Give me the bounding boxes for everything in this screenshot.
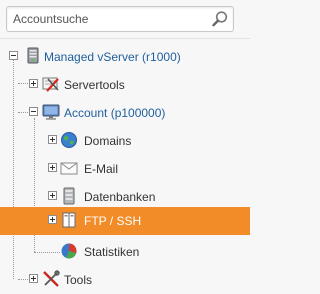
file-cabinet-icon (62, 212, 76, 228)
tree-node-label[interactable]: Statistiken (84, 245, 139, 259)
tree-node-label[interactable]: Account (p100000) (64, 106, 165, 120)
pie-chart-icon (61, 243, 77, 259)
expand-toggle[interactable] (29, 79, 38, 88)
server-tools-icon (42, 77, 59, 92)
tree-node-servertools[interactable]: Servertools (0, 71, 250, 99)
tree-node-label[interactable]: FTP / SSH (84, 214, 141, 228)
server-icon (27, 47, 39, 64)
tree-node-managed-vserver[interactable]: Managed vServer (r1000) (0, 43, 250, 71)
globe-icon (61, 132, 77, 148)
expand-toggle[interactable] (48, 191, 57, 200)
tree-node-label[interactable]: Datenbanken (84, 190, 155, 204)
tree-node-label[interactable]: Tools (64, 273, 92, 287)
tree-node-domains[interactable]: Domains (0, 127, 250, 155)
tree-node-ftp-ssh[interactable]: FTP / SSH (0, 207, 250, 235)
divider (0, 38, 250, 39)
expand-toggle[interactable] (48, 135, 57, 144)
collapse-toggle[interactable] (9, 51, 18, 60)
tools-icon (43, 270, 60, 287)
expand-toggle[interactable] (48, 163, 57, 172)
expand-toggle[interactable] (48, 215, 57, 224)
monitor-icon (42, 104, 60, 120)
search-icon[interactable] (211, 10, 229, 28)
tree-node-email[interactable]: E-Mail (0, 155, 250, 183)
expand-toggle[interactable] (29, 274, 38, 283)
tree-node-account[interactable]: Account (p100000) (0, 99, 250, 127)
tree-node-tools[interactable]: Tools (0, 266, 250, 294)
tree-node-statistics[interactable]: Statistiken (0, 238, 250, 266)
tree-node-label[interactable]: Servertools (64, 78, 125, 92)
search-input[interactable] (13, 7, 203, 31)
account-search (6, 6, 234, 32)
database-server-icon (63, 187, 75, 205)
tree-node-label[interactable]: Managed vServer (r1000) (44, 50, 181, 64)
collapse-toggle[interactable] (29, 107, 38, 116)
tree-node-label[interactable]: Domains (84, 134, 131, 148)
tree-node-label[interactable]: E-Mail (84, 162, 118, 176)
envelope-icon (60, 162, 78, 175)
